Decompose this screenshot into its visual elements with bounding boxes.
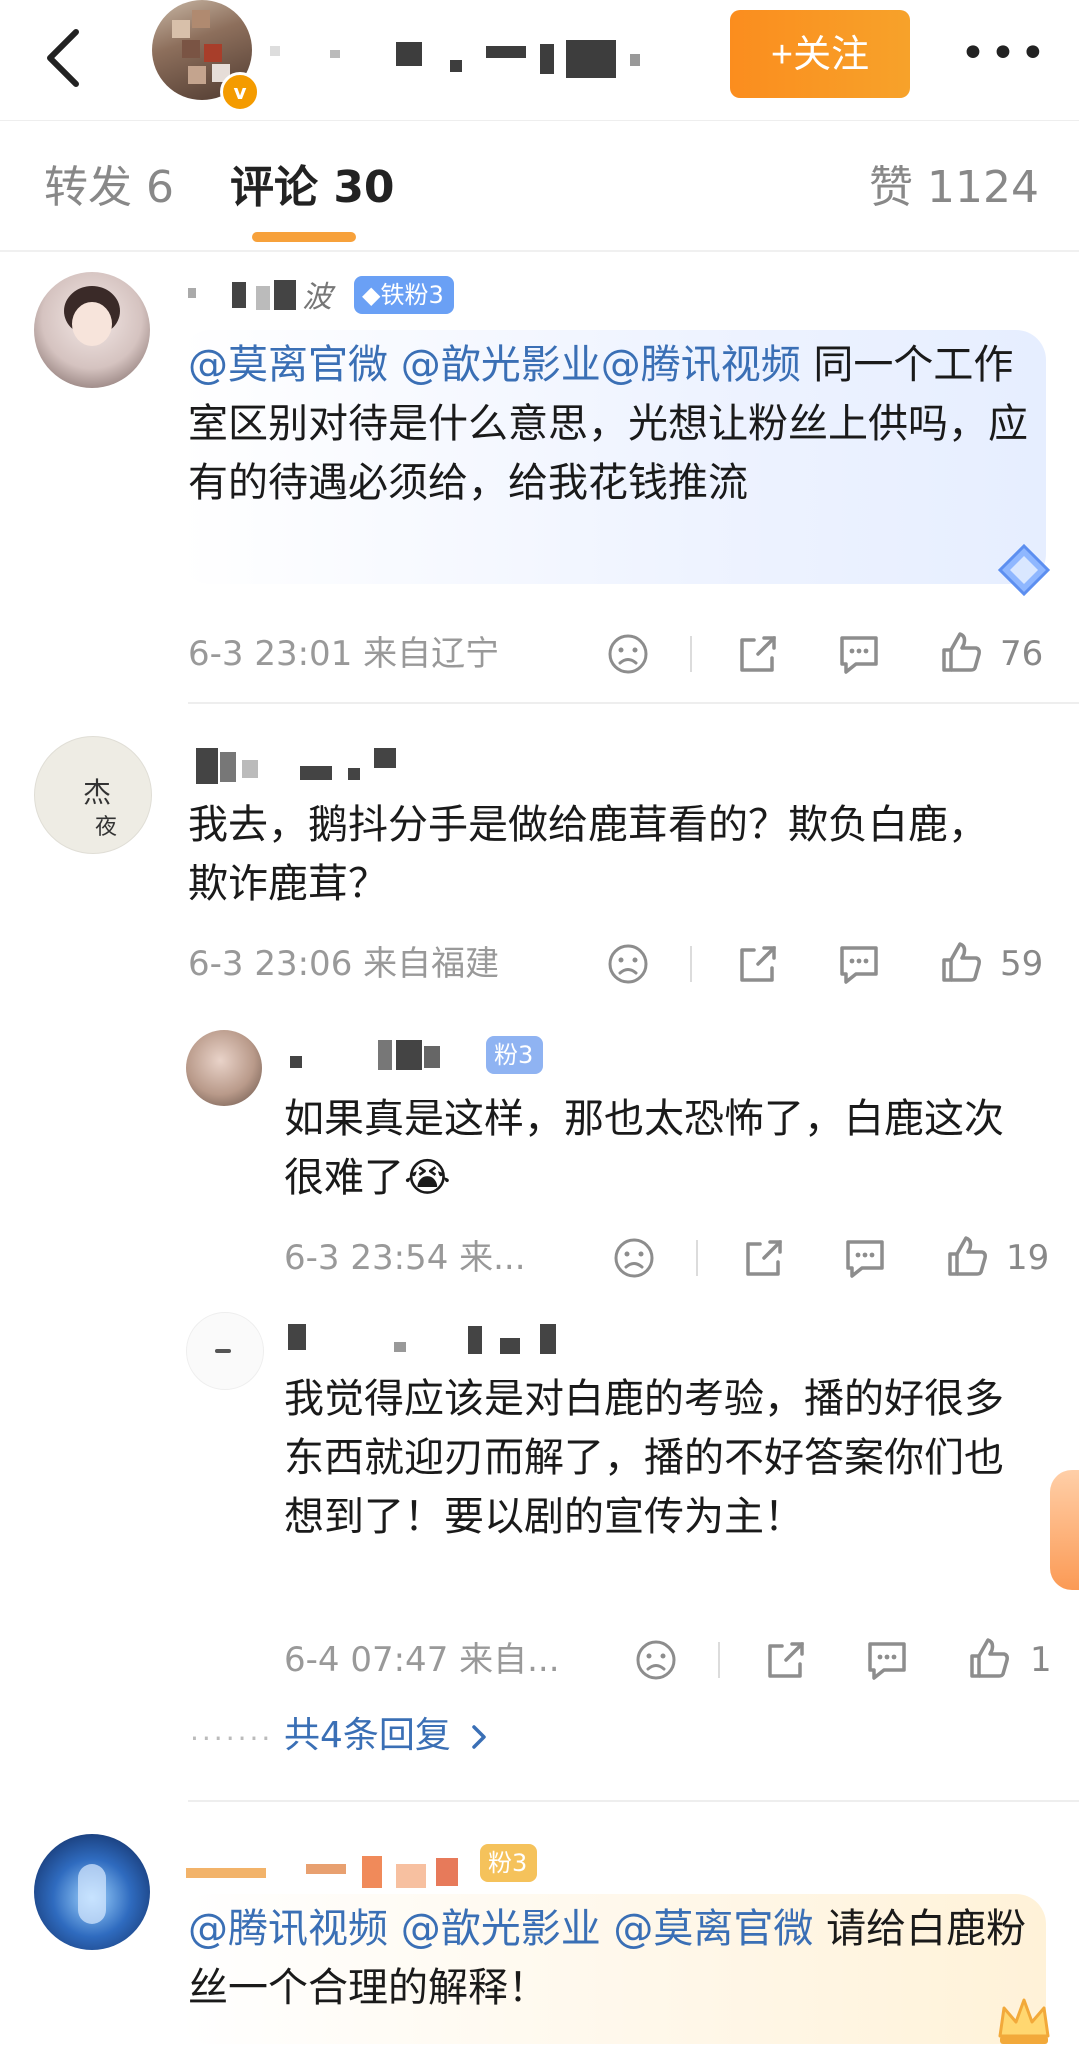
like-icon[interactable] [966,1636,1012,1682]
more-replies-label: 共4条回复 [284,1715,451,1756]
tab-comments[interactable]: 评论 30 [230,160,395,216]
divider [188,702,1079,704]
comment-text: @莫离官微 @歆光影业@腾讯视频 同一个工作室区别对待是什么意思，光想让粉丝上供… [188,342,1028,506]
follow-button[interactable]: +关注 [730,10,910,98]
like-icon[interactable] [938,940,984,986]
reply-thread-dots: ······· [190,1722,274,1755]
avatar[interactable] [34,272,150,388]
avatar[interactable] [186,1312,264,1390]
username-masked [186,1854,496,1890]
comment-text: 我去，鹅抖分手是做给鹿茸看的？欺负白鹿，欺诈鹿茸？ [188,802,988,907]
comment-icon[interactable] [836,942,882,986]
like-count: 59 [1000,944,1044,984]
fan-badge: ◆铁粉3 [354,276,454,314]
fan-badge-label: 粉3 [494,1041,534,1069]
active-tab-indicator [252,232,356,242]
fan-badge: 粉3 [480,1844,538,1882]
fan-badge-label: 铁粉3 [380,281,444,309]
dislike-icon[interactable] [634,1638,678,1682]
comment-meta: 6-3 23:06 来自福建 [188,944,500,984]
divider [696,1240,698,1276]
comment-icon[interactable] [836,632,882,676]
reply-text: 如果真是这样，那也太恐怖了，白鹿这次很难了😭 [284,1096,1004,1201]
tab-repost[interactable]: 转发 6 [44,160,174,216]
reply-meta: 6-3 23:54 来... [284,1238,526,1278]
dislike-icon[interactable] [606,632,650,676]
like-icon[interactable] [944,1234,990,1280]
chevron-right-icon [470,1712,488,1760]
divider [0,120,1079,121]
share-icon[interactable] [762,1638,806,1682]
comment-text: @腾讯视频 @歆光影业 @莫离官微 请给白鹿粉丝一个合理的解释！ [188,1906,1027,2011]
username-masked [290,1040,470,1076]
crown-icon [994,1992,1054,2048]
tab-likes[interactable]: 赞 1124 [869,160,1039,216]
diamond-icon: ◆ [362,281,381,309]
like-count: 19 [1006,1238,1050,1278]
like-count: 76 [1000,634,1044,674]
more-replies-link[interactable]: 共4条回复 [284,1712,488,1760]
like-count: 1 [1030,1640,1052,1680]
reply-meta: 6-4 07:47 来自... [284,1640,560,1680]
dislike-icon[interactable] [606,942,650,986]
back-arrow-icon[interactable] [38,26,90,90]
author-name-masked [270,36,660,86]
username-masked [288,1322,568,1358]
username-suffix: 波 [302,280,332,315]
avatar[interactable] [186,1030,262,1106]
more-icon[interactable]: ••• [960,32,1046,76]
avatar[interactable] [34,1834,150,1950]
username-masked [196,744,426,788]
divider [188,1800,1079,1802]
fan-badge-label: 粉3 [488,1849,528,1877]
verified-icon: v [220,72,260,112]
divider [690,946,692,982]
avatar[interactable]: 杰 夜 [34,736,152,854]
floating-side-button[interactable] [1050,1470,1079,1590]
fan-badge: 粉3 [486,1036,544,1074]
username-masked [188,278,298,318]
share-icon[interactable] [734,632,778,676]
diamond-icon [996,542,1052,598]
mention-links[interactable]: @腾讯视频 @歆光影业 @莫离官微 [188,1906,813,1952]
comment-meta: 6-3 23:01 来自辽宁 [188,634,500,674]
divider [690,636,692,672]
like-icon[interactable] [938,630,984,676]
share-icon[interactable] [740,1236,784,1280]
share-icon[interactable] [734,942,778,986]
divider [0,250,1079,252]
dislike-icon[interactable] [612,1236,656,1280]
divider [718,1642,720,1678]
mention-links[interactable]: @莫离官微 @歆光影业@腾讯视频 [188,342,801,388]
comment-icon[interactable] [842,1236,888,1280]
comment-icon[interactable] [864,1638,910,1682]
reply-text: 我觉得应该是对白鹿的考验，播的好很多东西就迎刃而解了，播的不好答案你们也想到了！… [284,1376,1004,1540]
